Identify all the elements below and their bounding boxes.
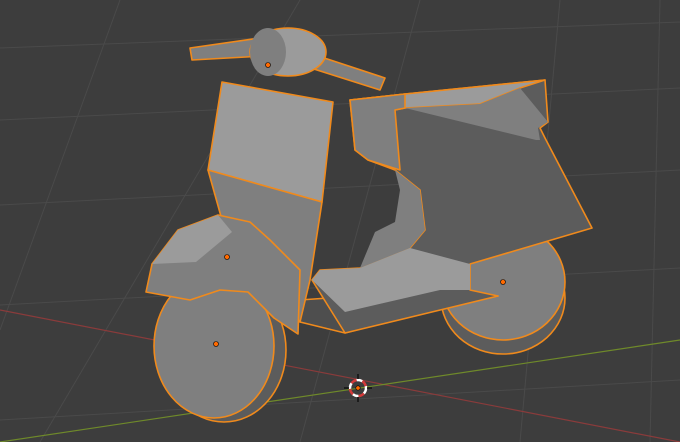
handlebar[interactable]	[189, 27, 386, 91]
3d-viewport[interactable]	[0, 0, 680, 442]
y-axis-line	[0, 339, 680, 442]
viewport-canvas[interactable]	[0, 0, 680, 442]
